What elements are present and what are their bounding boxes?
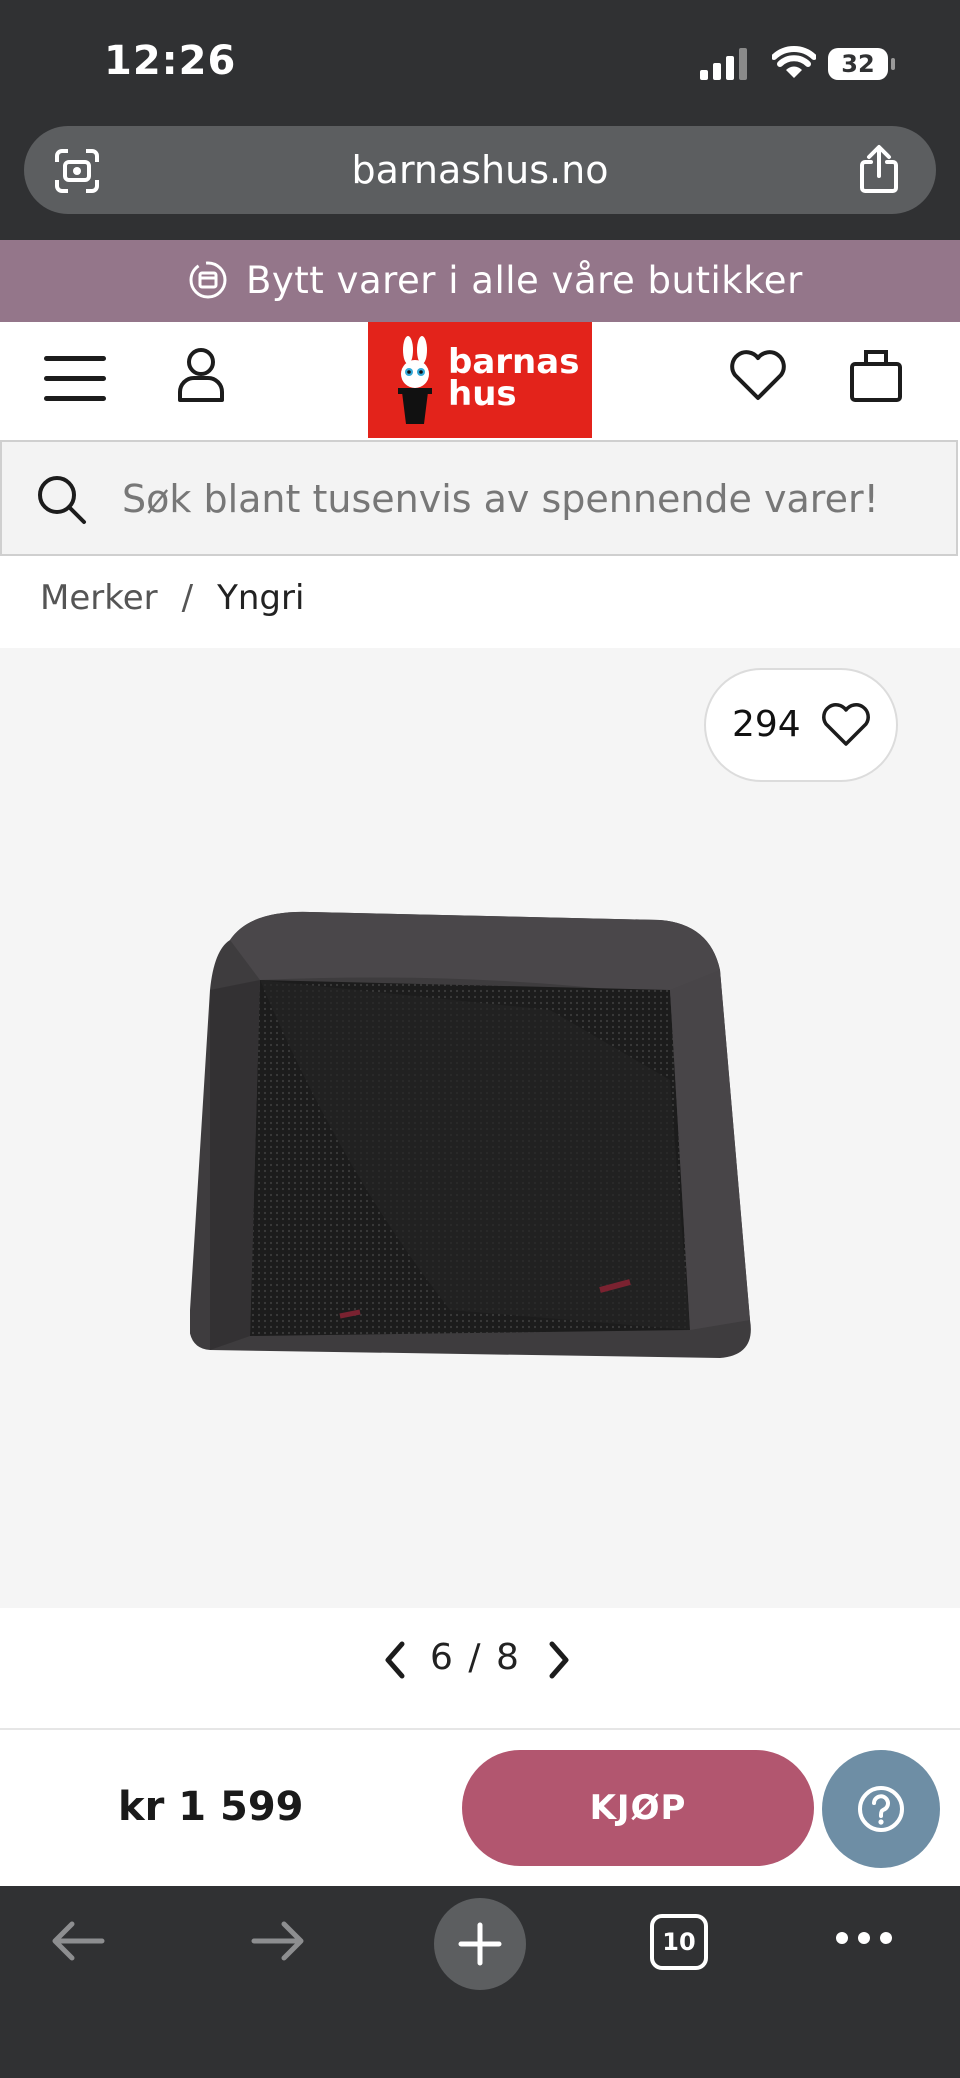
product-price: kr 1 599 [118,1784,304,1830]
pager-count: 6 / 8 [430,1608,521,1708]
signal-icon [700,48,747,80]
new-tab-button[interactable] [434,1898,526,1990]
wifi-icon [772,46,816,78]
pager-current: 6 [430,1637,455,1678]
share-icon[interactable] [856,144,902,194]
help-button[interactable] [822,1750,940,1868]
chevron-right-icon[interactable] [544,1640,574,1680]
help-icon [858,1786,904,1832]
heart-icon [822,703,870,746]
breadcrumb-merker[interactable]: Merker [40,578,158,618]
logo-text: barnas hus [448,345,579,414]
account-icon[interactable] [176,346,226,406]
chevron-left-icon[interactable] [380,1640,410,1680]
promo-text: Bytt varer i alle våre butikker [246,259,803,302]
like-count: 294 [732,704,801,745]
like-button[interactable]: 294 [704,668,898,782]
breadcrumb: Merker / Yngri [40,578,304,618]
address-bar[interactable]: barnashus.no [24,126,936,214]
plus-icon [458,1922,502,1966]
battery-indicator: 32 [828,48,895,80]
buy-button[interactable]: KJØP [462,1750,814,1866]
buy-bar: kr 1 599 KJØP [0,1728,960,1886]
pager-separator: / [468,1637,483,1678]
promo-banner[interactable]: Bytt varer i alle våre butikker [0,240,960,322]
product-image[interactable] [190,910,770,1410]
more-icon[interactable] [834,1930,894,1946]
forward-icon[interactable] [248,1916,308,1966]
status-time: 12:26 [104,38,237,84]
pager-total: 8 [495,1637,521,1678]
breadcrumb-current[interactable]: Yngri [217,578,304,618]
product-gallery[interactable]: 294 [0,648,960,1608]
url-text[interactable]: barnashus.no [24,126,936,214]
gallery-pager: 6 / 8 [0,1608,960,1728]
status-bar: 12:26 32 [0,0,960,120]
bag-icon[interactable] [848,346,904,404]
exchange-icon [189,261,227,299]
site-logo[interactable]: barnas hus [368,322,592,438]
search-bar[interactable] [0,440,958,556]
breadcrumb-separator: / [181,578,194,618]
search-input[interactable] [120,442,924,556]
bunny-logo-icon [398,336,432,424]
menu-icon[interactable] [44,352,108,406]
heart-icon[interactable] [728,348,788,402]
browser-toolbar: 10 [0,1886,960,2078]
battery-level: 32 [841,50,875,78]
site-header: barnas hus [0,322,960,440]
back-icon[interactable] [48,1916,108,1966]
tabs-icon[interactable]: 10 [650,1914,708,1970]
search-icon[interactable] [36,474,88,526]
logo-line-2: hus [448,374,517,414]
